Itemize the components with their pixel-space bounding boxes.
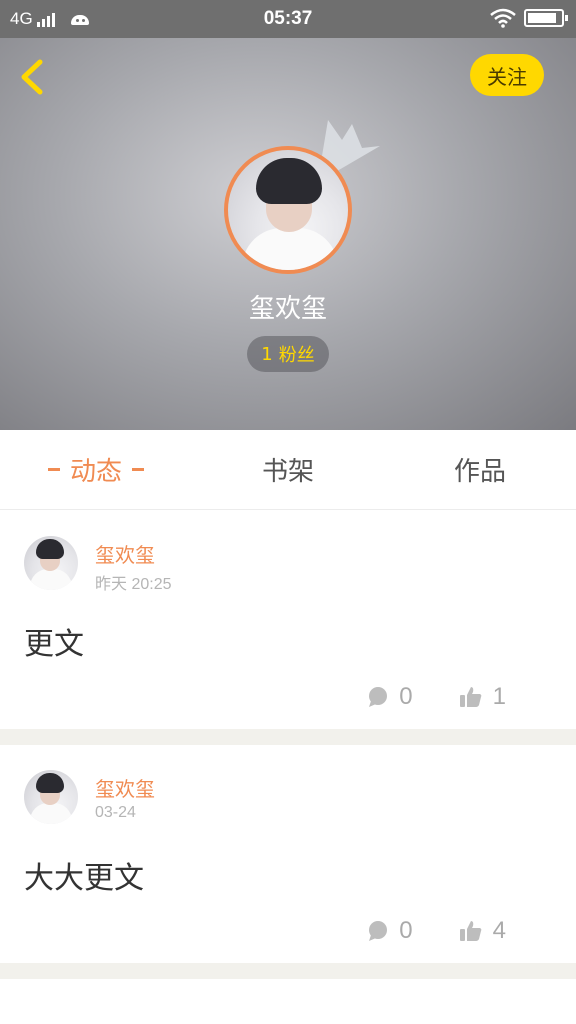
list-bottom [0,979,576,1024]
tab-activity[interactable]: 动态 [0,430,192,509]
profile-name: 玺欢玺 [248,294,327,324]
post-card[interactable]: 玺欢玺 03-24 大大更文 0 4 [0,745,576,963]
thumbs-up-icon [459,921,481,941]
battery-icon [524,9,568,27]
post-divider [0,729,576,745]
post-content: 更文 [24,627,84,662]
author-avatar[interactable] [24,536,78,590]
fans-count-badge[interactable]: 1 粉丝 [247,336,329,372]
like-count: 1 [492,683,506,710]
post-actions: 0 4 [367,917,506,945]
back-icon[interactable] [14,56,50,98]
fans-label: 粉丝 [278,345,315,366]
comment-icon [369,921,388,941]
tab-bar: 动态 书架 作品 [0,430,576,510]
post-divider [0,963,576,979]
profile-header: 关注 玺欢玺 1 粉丝 [0,38,576,430]
thumbs-up-icon [459,687,481,707]
status-bar: 4G 05:37 [0,0,576,38]
post-actions: 0 1 [367,683,506,711]
post-card[interactable]: 玺欢玺 昨天 20:25 更文 0 1 [0,511,576,729]
profile-avatar[interactable] [224,146,352,274]
comment-count: 0 [399,917,413,944]
tab-bookshelf[interactable]: 书架 [192,430,384,509]
status-right [490,8,568,28]
author-avatar[interactable] [24,770,78,824]
post-author[interactable]: 玺欢玺 [95,539,155,568]
like-button[interactable]: 1 [459,683,506,711]
comment-count: 0 [399,683,413,710]
tab-label: 书架 [261,457,314,487]
tab-active-indicator-right [132,468,144,471]
like-button[interactable]: 4 [459,917,506,945]
like-count: 4 [492,917,506,944]
post-time: 03-24 [95,804,136,821]
post-time: 昨天 20:25 [95,576,172,593]
comment-icon [369,687,388,707]
wifi-icon [490,8,516,28]
follow-button[interactable]: 关注 [470,54,544,96]
comment-button[interactable]: 0 [367,683,413,711]
post-content: 大大更文 [24,861,144,896]
fans-count: 1 [261,343,273,365]
tab-label: 动态 [69,457,122,487]
tab-works[interactable]: 作品 [384,430,576,509]
tab-label: 作品 [453,457,506,487]
comment-button[interactable]: 0 [367,917,413,945]
tab-active-indicator-left [47,468,60,471]
post-author[interactable]: 玺欢玺 [95,773,155,802]
